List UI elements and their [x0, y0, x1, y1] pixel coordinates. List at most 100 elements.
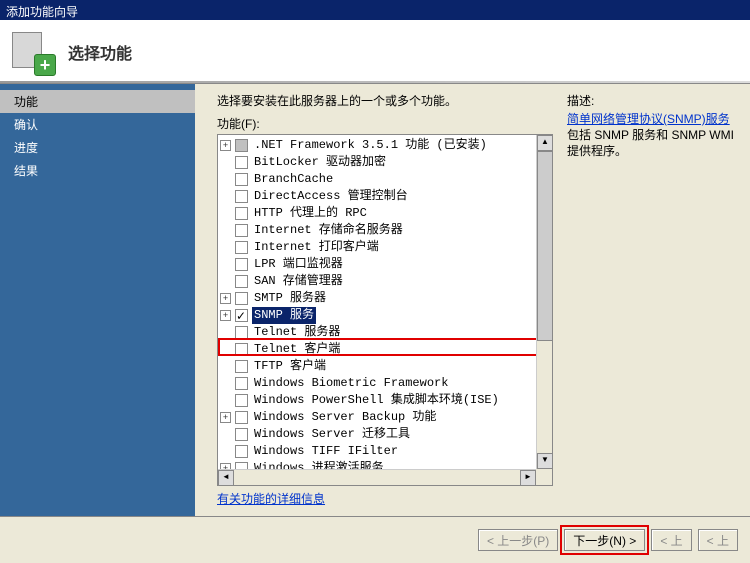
tree-node[interactable]: Windows Biometric Framework — [220, 375, 550, 392]
feature-checkbox[interactable] — [235, 156, 248, 169]
window-title: 添加功能向导 — [6, 5, 78, 19]
feature-checkbox[interactable] — [235, 343, 248, 356]
features-tree-container: + .NET Framework 3.5.1 功能 (已安装)BitLocker … — [217, 134, 553, 486]
feature-label: BranchCache — [252, 171, 335, 188]
scroll-corner — [536, 469, 552, 485]
footer-button-4[interactable]: < 上 — [698, 529, 738, 551]
sidebar-item[interactable]: 确认 — [0, 113, 195, 136]
vertical-scrollbar[interactable]: ▲ ▼ — [536, 135, 552, 469]
tree-node[interactable]: SAN 存储管理器 — [220, 273, 550, 290]
description-text: 简单网络管理协议(SNMP)服务包括 SNMP 服务和 SNMP WMI 提供程… — [567, 111, 736, 159]
tree-node[interactable]: + SNMP 服务 — [220, 307, 550, 324]
main-panel: 选择要安装在此服务器上的一个或多个功能。 功能(F): + .NET Framew… — [195, 84, 750, 516]
sidebar-item[interactable]: 进度 — [0, 136, 195, 159]
feature-checkbox[interactable] — [235, 241, 248, 254]
header-divider — [0, 81, 750, 83]
tree-node[interactable]: Telnet 客户端 — [220, 341, 550, 358]
tree-node[interactable]: HTTP 代理上的 RPC — [220, 205, 550, 222]
feature-label: Windows Server 迁移工具 — [252, 426, 412, 443]
description-column: 描述: 简单网络管理协议(SNMP)服务包括 SNMP 服务和 SNMP WMI… — [567, 92, 736, 508]
tree-node[interactable]: TFTP 客户端 — [220, 358, 550, 375]
window-titlebar: 添加功能向导 — [0, 0, 750, 20]
tree-node[interactable]: Windows TIFF IFilter — [220, 443, 550, 460]
feature-label: Telnet 服务器 — [252, 324, 342, 341]
tree-node[interactable]: + .NET Framework 3.5.1 功能 (已安装) — [220, 137, 550, 154]
feature-checkbox[interactable] — [235, 411, 248, 424]
feature-label: Telnet 客户端 — [252, 341, 342, 358]
scroll-right-button[interactable]: ► — [520, 470, 536, 486]
wizard-header: + 选择功能 — [0, 20, 750, 84]
plus-icon: + — [34, 54, 56, 76]
scroll-left-button[interactable]: ◄ — [218, 470, 234, 486]
scroll-down-button[interactable]: ▼ — [537, 453, 553, 469]
tree-node[interactable]: Internet 打印客户端 — [220, 239, 550, 256]
tree-node[interactable]: BitLocker 驱动器加密 — [220, 154, 550, 171]
next-button[interactable]: 下一步(N) > — [564, 529, 645, 551]
feature-label: BitLocker 驱动器加密 — [252, 154, 388, 171]
feature-label: Internet 存储命名服务器 — [252, 222, 405, 239]
feature-label: SNMP 服务 — [252, 307, 316, 324]
expand-icon[interactable]: + — [220, 140, 231, 151]
description-link[interactable]: 简单网络管理协议(SNMP)服务 — [567, 111, 730, 127]
wizard-body: 功能确认进度结果 选择要安装在此服务器上的一个或多个功能。 功能(F): + .N… — [0, 84, 750, 516]
feature-checkbox[interactable] — [235, 224, 248, 237]
feature-checkbox[interactable] — [235, 309, 248, 322]
feature-checkbox[interactable] — [235, 258, 248, 271]
features-tree[interactable]: + .NET Framework 3.5.1 功能 (已安装)BitLocker … — [218, 135, 552, 486]
feature-checkbox[interactable] — [235, 190, 248, 203]
feature-checkbox[interactable] — [235, 445, 248, 458]
feature-label: TFTP 客户端 — [252, 358, 328, 375]
feature-label: DirectAccess 管理控制台 — [252, 188, 410, 205]
feature-label: SMTP 服务器 — [252, 290, 328, 307]
scroll-thumb[interactable] — [537, 151, 553, 341]
previous-button[interactable]: < 上一步(P) — [478, 529, 558, 551]
tree-node[interactable]: DirectAccess 管理控制台 — [220, 188, 550, 205]
horizontal-scrollbar[interactable]: ◄ ► — [218, 469, 536, 485]
feature-checkbox[interactable] — [235, 360, 248, 373]
tree-node[interactable]: + Windows Server Backup 功能 — [220, 409, 550, 426]
tree-node[interactable]: + SMTP 服务器 — [220, 290, 550, 307]
description-label: 描述: — [567, 92, 736, 109]
page-title: 选择功能 — [68, 40, 132, 64]
feature-label: HTTP 代理上的 RPC — [252, 205, 369, 222]
feature-checkbox[interactable] — [235, 394, 248, 407]
feature-checkbox[interactable] — [235, 173, 248, 186]
feature-checkbox[interactable] — [235, 139, 248, 152]
feature-checkbox[interactable] — [235, 207, 248, 220]
feature-checkbox[interactable] — [235, 292, 248, 305]
instruction-text: 选择要安装在此服务器上的一个或多个功能。 — [217, 92, 553, 109]
feature-checkbox[interactable] — [235, 377, 248, 390]
feature-label: Windows Biometric Framework — [252, 375, 450, 392]
tree-node[interactable]: Internet 存储命名服务器 — [220, 222, 550, 239]
description-tail: 包括 SNMP 服务和 SNMP WMI 提供程序。 — [567, 128, 734, 158]
wizard-footer: < 上一步(P) 下一步(N) > < 上 < 上 — [0, 516, 750, 563]
feature-label: .NET Framework 3.5.1 功能 (已安装) — [252, 137, 489, 154]
wizard-sidebar: 功能确认进度结果 — [0, 84, 195, 516]
feature-label: Windows PowerShell 集成脚本环境(ISE) — [252, 392, 501, 409]
sidebar-item[interactable]: 功能 — [0, 90, 195, 113]
expand-icon[interactable]: + — [220, 310, 231, 321]
features-label: 功能(F): — [217, 115, 553, 132]
feature-checkbox[interactable] — [235, 428, 248, 441]
tree-node[interactable]: Windows PowerShell 集成脚本环境(ISE) — [220, 392, 550, 409]
tree-node[interactable]: Telnet 服务器 — [220, 324, 550, 341]
features-column: 选择要安装在此服务器上的一个或多个功能。 功能(F): + .NET Framew… — [217, 92, 553, 508]
feature-label: SAN 存储管理器 — [252, 273, 345, 290]
footer-button-3[interactable]: < 上 — [651, 529, 691, 551]
scroll-up-button[interactable]: ▲ — [537, 135, 553, 151]
tree-node[interactable]: LPR 端口监视器 — [220, 256, 550, 273]
feature-label: Windows TIFF IFilter — [252, 443, 400, 460]
feature-checkbox[interactable] — [235, 275, 248, 288]
feature-label: LPR 端口监视器 — [252, 256, 345, 273]
expand-icon[interactable]: + — [220, 412, 231, 423]
next-button-wrap: 下一步(N) > — [564, 529, 645, 551]
expand-icon[interactable]: + — [220, 293, 231, 304]
tree-node[interactable]: Windows Server 迁移工具 — [220, 426, 550, 443]
tree-node[interactable]: BranchCache — [220, 171, 550, 188]
sidebar-item[interactable]: 结果 — [0, 159, 195, 182]
feature-label: Windows Server Backup 功能 — [252, 409, 438, 426]
more-info-link[interactable]: 有关功能的详细信息 — [217, 490, 325, 507]
wizard-icon: + — [10, 30, 54, 74]
feature-label: Internet 打印客户端 — [252, 239, 381, 256]
feature-checkbox[interactable] — [235, 326, 248, 339]
